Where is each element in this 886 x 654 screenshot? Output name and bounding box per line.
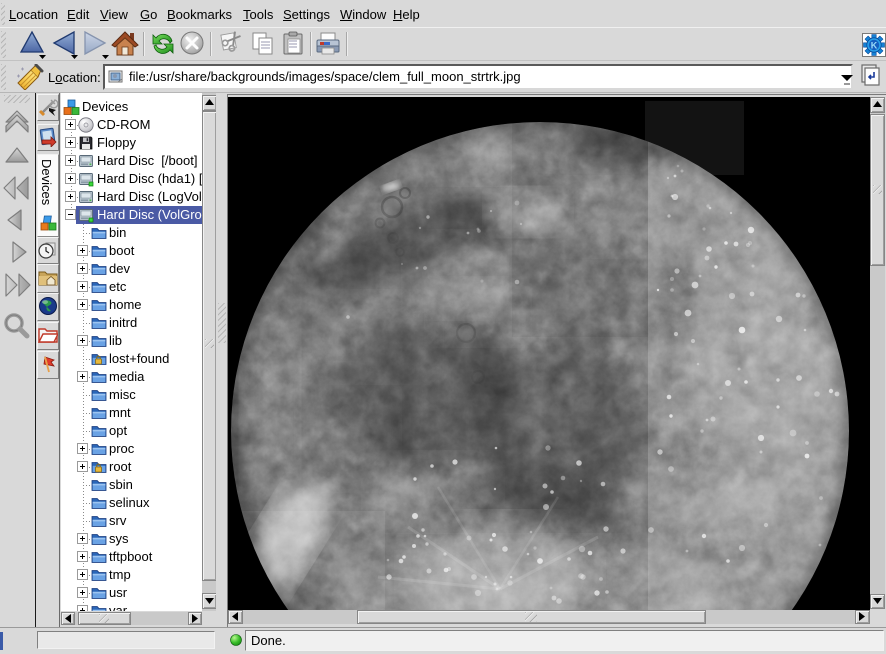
svg-text:K: K	[871, 40, 878, 50]
